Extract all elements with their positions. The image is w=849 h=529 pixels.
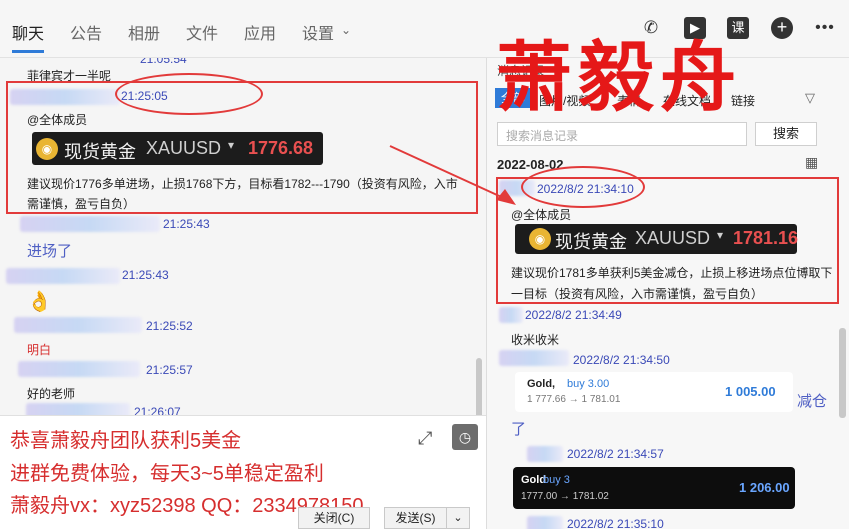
trade-range: 1 777.66 → 1 781.01 xyxy=(527,394,621,405)
message-time: 2022/8/2 21:34:49 xyxy=(525,308,622,322)
tab-announcement[interactable]: 公告 xyxy=(70,20,102,44)
message-time: 21:05:54 xyxy=(140,58,187,66)
trade-side: buy 3 xyxy=(543,474,570,486)
sender-name-blurred xyxy=(527,516,563,529)
scrollbar[interactable] xyxy=(839,328,846,418)
message-text: 减仓 xyxy=(797,393,828,410)
tab-apps[interactable]: 应用 xyxy=(244,20,276,44)
more-icon[interactable]: ••• xyxy=(814,17,836,39)
sender-name-blurred xyxy=(6,268,120,284)
tab-album[interactable]: 相册 xyxy=(128,20,160,44)
expand-icon[interactable]: ⤢ xyxy=(418,428,432,449)
message-time: 21:25:57 xyxy=(146,363,193,377)
trade-card: Gold buy 3 1777.00 → 1781.02 1 206.00 xyxy=(513,467,795,509)
trade-card: Gold, buy 3.00 1 777.66 → 1 781.01 1 005… xyxy=(515,372,793,412)
scrollbar[interactable] xyxy=(476,358,482,415)
message-text: 好的老师 xyxy=(27,387,76,401)
sender-name-blurred xyxy=(20,216,160,232)
watermark-title: 萧毅舟 xyxy=(496,33,742,122)
tab-settings[interactable]: 设置 xyxy=(302,20,334,44)
add-icon[interactable]: + xyxy=(771,17,793,39)
trade-symbol: Gold, xyxy=(527,378,556,390)
chevron-down-icon[interactable]: ⌄ xyxy=(341,23,351,37)
send-button[interactable]: 发送(S) xyxy=(384,507,446,529)
active-tab-indicator xyxy=(12,50,44,53)
message-time: 2022/8/2 21:34:57 xyxy=(567,447,664,461)
sender-name-blurred xyxy=(527,446,563,462)
highlight-circle xyxy=(115,73,263,115)
message-time: 21:25:52 xyxy=(146,319,193,333)
filter-icon[interactable]: ▽ xyxy=(805,90,815,106)
message-time: 2022/8/2 21:34:50 xyxy=(573,353,670,367)
message-text: 收米收米 xyxy=(511,333,560,347)
clock-icon[interactable]: ◷ xyxy=(452,424,478,450)
message-time: 21:25:43 xyxy=(163,217,210,231)
message-time: 21:25:43 xyxy=(122,268,169,282)
sender-name-blurred xyxy=(18,361,140,377)
highlight-circle xyxy=(521,166,645,208)
message-text: 明白 xyxy=(27,343,52,357)
ok-hand-icon: 👌 xyxy=(27,291,52,313)
close-button[interactable]: 关闭(C) xyxy=(298,507,370,529)
tab-chat[interactable]: 聊天 xyxy=(12,20,44,44)
promo-line-1: 恭喜萧毅舟团队获利5美金 xyxy=(10,430,242,452)
chat-messages: 21:05:54 菲律宾才一半呢 21:25:05 @全体成员 ◉ 现货黄金 X… xyxy=(0,58,486,415)
search-button[interactable]: 搜索 xyxy=(755,122,817,146)
tab-files[interactable]: 文件 xyxy=(186,20,218,44)
trade-side: buy 3.00 xyxy=(567,378,610,390)
sender-name-blurred xyxy=(499,307,523,323)
message-time: 21:26:07 xyxy=(134,405,181,415)
promo-line-2: 进群免费体验，每天3~5单稳定盈利 xyxy=(10,463,324,485)
trade-profit: 1 005.00 xyxy=(725,384,776,399)
trade-range: 1777.00 → 1781.02 xyxy=(521,491,609,502)
message-history-panel: 消息记录 全部 图片/视频 表情 在线文档 链接 ▽ 搜索消息记录 搜索 202… xyxy=(486,58,849,529)
sender-name-blurred xyxy=(14,317,142,333)
message-text: 了 xyxy=(511,421,527,438)
message-text: 进场了 xyxy=(27,243,73,260)
sender-name-blurred xyxy=(499,350,569,366)
sender-name-blurred xyxy=(26,403,130,415)
trade-profit: 1 206.00 xyxy=(739,480,790,495)
calendar-icon[interactable]: ▦ xyxy=(805,154,818,171)
message-time: 2022/8/2 21:35:10 xyxy=(567,517,664,529)
send-options-chevron-icon[interactable]: ⌄ xyxy=(446,507,470,529)
